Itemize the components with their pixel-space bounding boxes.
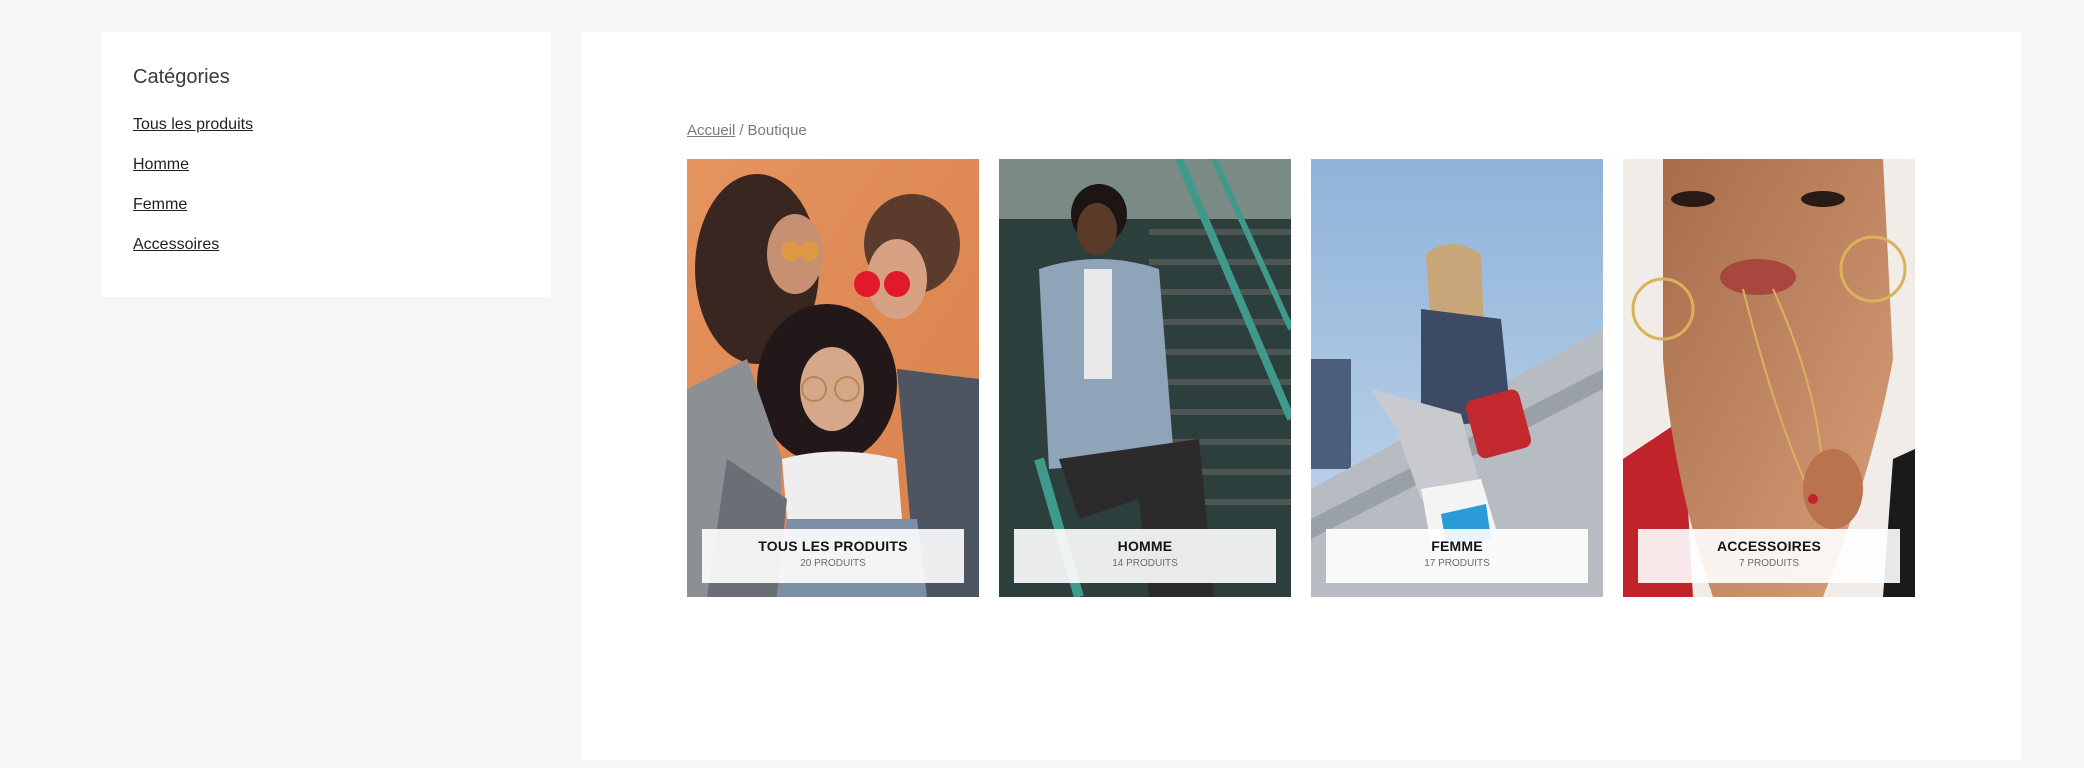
list-item: Tous les produits: [133, 115, 519, 135]
product-count: 14 PRODUITS: [1112, 558, 1178, 569]
list-item: Accessoires: [133, 235, 519, 255]
category-card-men[interactable]: HOMME 14 PRODUITS: [999, 159, 1291, 597]
category-caption: HOMME 14 PRODUITS: [1014, 529, 1276, 583]
breadcrumb: Accueil / Boutique: [687, 122, 807, 139]
category-list: Tous les produits Homme Femme Accessoire…: [133, 115, 519, 255]
sidebar-item-all-products[interactable]: Tous les produits: [133, 116, 253, 133]
list-item: Femme: [133, 195, 519, 215]
sidebar-title: Catégories: [133, 66, 230, 88]
category-card-women[interactable]: FEMME 17 PRODUITS: [1311, 159, 1603, 597]
category-caption: FEMME 17 PRODUITS: [1326, 529, 1588, 583]
shop-content: Accueil / Boutique TOUS LES PRODUITS 20 …: [581, 32, 2021, 760]
category-card-accessories[interactable]: ACCESSOIRES 7 PRODUITS: [1623, 159, 1915, 597]
category-title: FEMME: [1431, 538, 1483, 554]
product-count: 20 PRODUITS: [800, 558, 866, 569]
category-card-all-products[interactable]: TOUS LES PRODUITS 20 PRODUITS: [687, 159, 979, 597]
categories-sidebar: Catégories Tous les produits Homme Femme…: [101, 32, 551, 297]
category-caption: ACCESSOIRES 7 PRODUITS: [1638, 529, 1900, 583]
list-item: Homme: [133, 155, 519, 175]
breadcrumb-separator: /: [739, 122, 744, 139]
category-title: TOUS LES PRODUITS: [758, 538, 908, 554]
breadcrumb-home-link[interactable]: Accueil: [687, 122, 735, 139]
category-title: ACCESSOIRES: [1716, 538, 1822, 554]
category-grid: TOUS LES PRODUITS 20 PRODUITS HOMME 14 P…: [687, 159, 1915, 597]
sidebar-item-women[interactable]: Femme: [133, 196, 187, 213]
category-title: HOMME: [1117, 538, 1173, 554]
sidebar-item-accessories[interactable]: Accessoires: [133, 236, 219, 253]
breadcrumb-current: Boutique: [747, 122, 807, 139]
sidebar-item-men[interactable]: Homme: [133, 156, 189, 173]
category-caption: TOUS LES PRODUITS 20 PRODUITS: [702, 529, 964, 583]
product-count: 7 PRODUITS: [1738, 558, 1799, 569]
product-count: 17 PRODUITS: [1424, 558, 1490, 569]
